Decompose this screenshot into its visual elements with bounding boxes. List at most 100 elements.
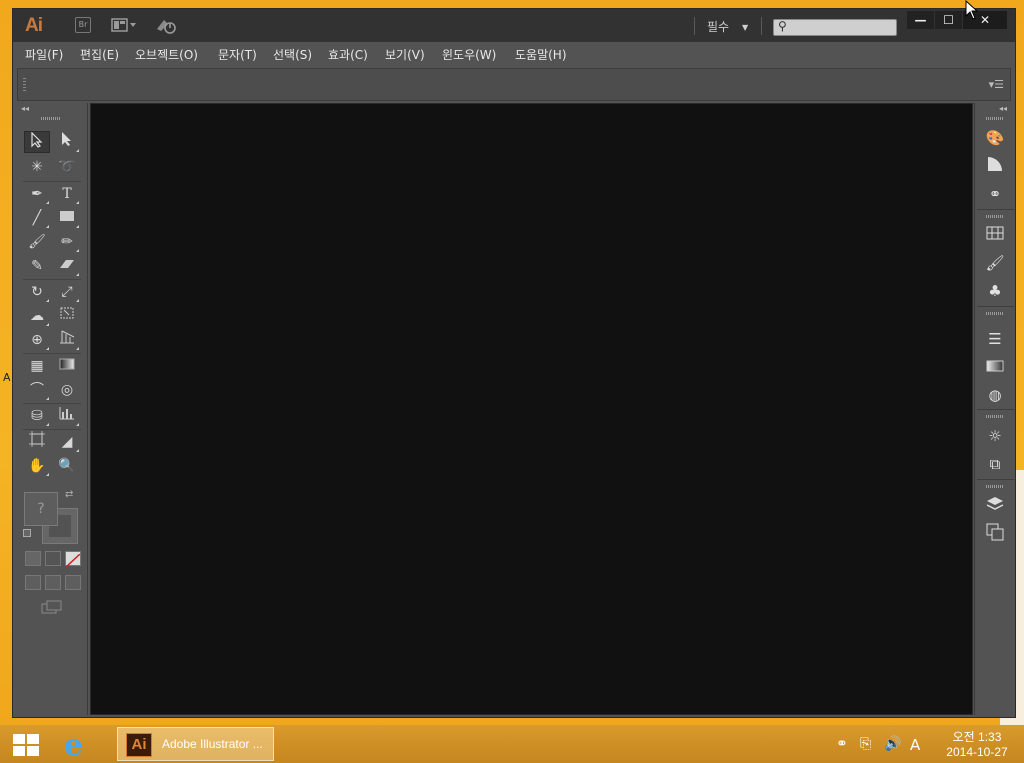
column-graph-tool[interactable] (54, 405, 80, 427)
maximize-button[interactable]: ☐ (935, 11, 962, 29)
artboard-tool[interactable] (24, 431, 50, 453)
slice-tool[interactable]: ◢ (54, 431, 80, 453)
shape-builder-tool[interactable]: ⊕ (24, 329, 50, 351)
magic-wand-tool[interactable]: ✳ (24, 156, 50, 178)
draw-inside-button[interactable] (65, 575, 81, 590)
draw-behind-button[interactable] (45, 575, 61, 590)
ime-indicator[interactable]: A (910, 736, 920, 754)
direct-selection-tool[interactable] (54, 131, 80, 153)
usb-safely-remove-icon[interactable]: ⚭ (836, 736, 848, 752)
bridge-button[interactable]: Br (75, 17, 91, 33)
screen-mode-button[interactable] (41, 599, 63, 618)
scale-icon: ⤢ (61, 284, 73, 300)
graphic-styles-icon: ⧉ (989, 455, 1001, 473)
document-canvas[interactable] (90, 103, 973, 715)
menu-help[interactable]: 도움말(H) (515, 46, 567, 63)
collapse-arrows-icon[interactable]: ◂◂ (21, 104, 29, 113)
pen-icon: ✒ (31, 186, 43, 202)
selection-tool[interactable] (24, 131, 50, 153)
scale-tool[interactable]: ⤢ (54, 281, 80, 303)
gradient-tool[interactable] (54, 355, 80, 377)
illustrator-window: Ai Br 필수 ▼ ⚲ — ☐ ✕ 파일(F) 편집(E) 오브젝트(O) 문… (12, 8, 1016, 718)
pen-tool[interactable]: ✒ (24, 183, 50, 205)
transparency-panel-button[interactable]: ◍ (983, 384, 1007, 406)
paintbrush-tool[interactable]: 🖌 (24, 231, 50, 253)
blob-brush-tool[interactable]: ✎ (24, 255, 50, 277)
none-mode-button[interactable] (65, 551, 81, 568)
menu-object[interactable]: 오브젝트(O) (135, 46, 198, 63)
network-icon[interactable]: ⎘ (860, 736, 871, 752)
color-mode-button[interactable] (25, 551, 41, 566)
panel-group-grip[interactable] (986, 117, 1004, 120)
arrange-documents-button[interactable] (111, 17, 139, 33)
magic-wand-icon: ✳ (31, 159, 43, 175)
system-clock[interactable]: 오전 1:33 2014-10-27 (937, 730, 1017, 760)
panel-menu-icon[interactable]: ▾☰ (989, 78, 1004, 91)
default-fill-stroke-icon[interactable] (23, 529, 31, 537)
menu-effect[interactable]: 효과(C) (328, 46, 368, 63)
panel-group-grip[interactable] (986, 415, 1004, 418)
blend-tool[interactable]: ◎ (54, 379, 80, 401)
draw-normal-button[interactable] (25, 575, 41, 590)
search-field[interactable]: ⚲ (773, 19, 897, 36)
fill-swatch[interactable]: ? (24, 492, 58, 526)
taskbar-illustrator-button[interactable]: Ai Adobe Illustrator ... (117, 727, 274, 761)
menu-type[interactable]: 문자(T) (218, 46, 257, 63)
gradient-mode-button[interactable] (45, 551, 61, 566)
workspace-switcher[interactable]: 필수 (707, 18, 729, 35)
color-panel-button[interactable]: 🎨 (983, 127, 1007, 149)
panel-group-grip[interactable] (986, 312, 1004, 315)
symbols-panel-button[interactable]: ⚭ (983, 183, 1007, 205)
swatches-panel-button[interactable] (983, 224, 1007, 246)
color-guide-panel-button[interactable] (983, 155, 1007, 177)
expand-arrows-icon[interactable]: ◂◂ (999, 104, 1007, 113)
chevron-down-icon: ▼ (742, 23, 749, 32)
menu-view[interactable]: 보기(V) (385, 46, 425, 63)
line-segment-tool[interactable]: ╱ (24, 207, 50, 229)
brushes-panel-button[interactable]: 🖌 (983, 252, 1007, 274)
mesh-tool[interactable]: ▦ (24, 355, 50, 377)
panel-group-grip[interactable] (986, 215, 1004, 218)
internet-explorer-icon[interactable]: e (64, 728, 83, 763)
stroke-panel-button[interactable]: ☰ (983, 328, 1007, 350)
appearance-panel-button[interactable]: ☼ (983, 425, 1007, 447)
volume-icon[interactable]: 🔊 (884, 736, 901, 752)
type-tool[interactable]: T (54, 183, 80, 205)
artboards-panel-button[interactable] (983, 523, 1007, 545)
layers-panel-button[interactable] (983, 495, 1007, 517)
pencil-tool[interactable]: ✏ (54, 231, 80, 253)
title-bar[interactable]: Ai Br 필수 ▼ ⚲ — ☐ ✕ (13, 9, 1015, 42)
minimize-button[interactable]: — (907, 11, 934, 29)
free-transform-tool[interactable] (54, 305, 80, 327)
menu-edit[interactable]: 편집(E) (80, 46, 119, 63)
none-slash-icon (65, 553, 81, 568)
layers-icon (986, 497, 1004, 510)
hand-tool[interactable]: ✋ (24, 455, 50, 477)
symbols-icon: ⚭ (988, 185, 1002, 203)
symbol-sprayer-tool[interactable]: ⛁ (24, 405, 50, 427)
tools-panel-grip[interactable] (41, 117, 61, 120)
sync-settings-button[interactable] (155, 17, 177, 34)
menu-file[interactable]: 파일(F) (25, 46, 63, 63)
gradient-panel-button[interactable] (983, 356, 1007, 378)
eyedropper-tool[interactable]: ⌒ (24, 379, 50, 401)
menu-select[interactable]: 선택(S) (273, 46, 312, 63)
clock-time: 오전 1:33 (952, 730, 1002, 744)
perspective-grid-tool[interactable] (54, 329, 80, 351)
panel-group-grip[interactable] (986, 485, 1004, 488)
blob-brush-icon: ✎ (31, 258, 43, 274)
swap-fill-stroke-icon[interactable]: ⇄ (65, 489, 73, 500)
eraser-tool[interactable] (54, 255, 80, 277)
rotate-tool[interactable]: ↻ (24, 281, 50, 303)
zoom-tool[interactable]: 🔍 (54, 455, 80, 477)
control-bar-grip[interactable] (23, 78, 26, 93)
symbol-panel-button[interactable]: ♣ (983, 280, 1007, 302)
menu-window[interactable]: 윈도우(W) (442, 46, 496, 63)
start-button[interactable] (13, 734, 39, 756)
column-graph-icon (59, 407, 74, 420)
graphic-styles-panel-button[interactable]: ⧉ (983, 453, 1007, 475)
lasso-tool[interactable]: ➰ (54, 156, 80, 178)
warp-tool[interactable]: ☁ (24, 305, 50, 327)
menu-bar: 파일(F) 편집(E) 오브젝트(O) 문자(T) 선택(S) 효과(C) 보기… (13, 42, 1015, 66)
rectangle-tool[interactable] (54, 207, 80, 229)
